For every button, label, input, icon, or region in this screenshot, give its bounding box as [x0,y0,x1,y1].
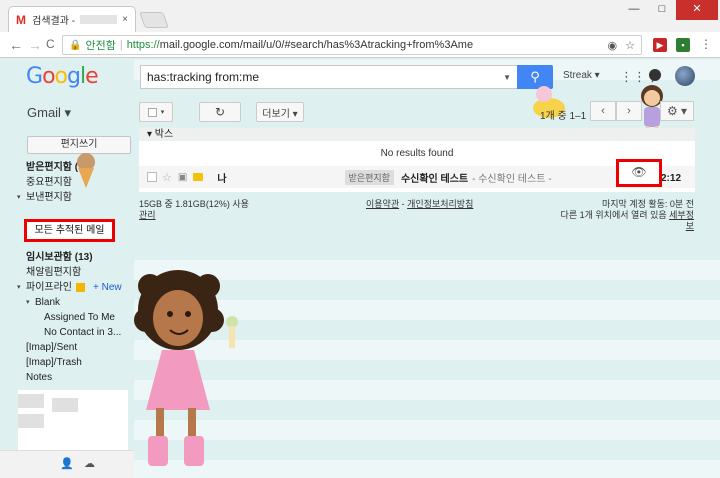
hangouts-icon[interactable]: ☁ [84,457,95,470]
chat-panel [18,390,128,450]
select-caret-icon: ▾ [160,109,165,116]
refresh-button[interactable]: ↻ [199,102,241,122]
manage-link[interactable]: 관리 [139,210,249,221]
secure-label: 안전함 [85,40,116,52]
mail-subject: 수신확인 테스트 [400,173,469,185]
pagination-text: 1개 중 1–1 [540,111,587,122]
account-activity: 마지막 계정 활동: 0분 전 다른 1개 위치에서 열려 있음 세부정보 [560,199,694,232]
gmail-header: Google has:tracking from:me ▼ ⚲ Streak ▾… [0,58,720,98]
row-checkbox[interactable] [147,172,157,182]
contacts-icon[interactable]: 👤 [60,457,74,470]
bookmark-star-icon[interactable]: ☆ [625,39,635,52]
search-query: has:tracking from:me [147,70,260,84]
other-location-text: 다른 1개 위치에서 열려 있음 [560,210,667,220]
gmail-toolbar: Gmail ▾ ▾ ↻ 더보기 ▾ 1개 중 1–1 ‹ › ⚙ ▾ [0,98,720,126]
eye-extension-icon[interactable]: ◉ [608,39,618,52]
url-text: mail.google.com/mail/u/0/#search/has%3At… [159,39,474,51]
url-separator: | [119,39,123,51]
storage-text: 15GB 중 1.81GB(12%) 사용 [139,199,249,209]
read-tracking-eye-icon[interactable]: 👁 [616,159,662,187]
maximize-button[interactable]: □ [648,0,676,20]
chat-bar: 👤 ☁ [0,450,134,478]
tab-strip: M 검색결과 - × — □ ✕ [0,0,720,32]
sidebar-nav: 받은편지함 (5) 중요편지함 ▾ 보낸편지함 임시보관함 (13) 채알림편지… [0,160,134,385]
browser-tab[interactable]: M 검색결과 - × [8,6,136,32]
sidebar-item-blank[interactable]: ▾ Blank [0,295,134,310]
details-link[interactable]: 세부정보 [669,210,694,231]
sidebar-item-label: 파이프라인 [26,282,72,293]
pipeline-grid-icon [76,282,85,292]
sidebar-item-spam[interactable]: 채알림편지함 [0,265,134,280]
important-label-icon[interactable] [193,173,204,181]
forward-button[interactable]: → [28,37,42,53]
gmail-favicon-icon: M [16,12,26,27]
tracking-icon: ▣ [177,171,188,183]
star-icon[interactable]: ☆ [162,171,172,184]
legal-links: 이용약관 - 개인정보처리방침 [366,199,474,209]
mail-row[interactable]: ☆ ▣ 나 받은편지함 수신확인 테스트 - 수신확인 테스트 - 2:12 [139,166,695,188]
tab-title-blurred [80,15,118,24]
new-tab-button[interactable] [139,12,169,28]
sidebar-item-sent[interactable]: ▾ 보낸편지함 [0,190,134,205]
search-input[interactable]: has:tracking from:me ▼ [140,65,518,89]
browser-menu-icon[interactable]: ⋮ [700,37,712,51]
storage-info: 15GB 중 1.81GB(12%) 사용 관리 [139,199,249,221]
terms-link[interactable]: 이용약관 [366,199,399,209]
minimize-button[interactable]: — [620,0,648,20]
sender-name: 나 [217,173,227,185]
section-header[interactable]: ▾ 박스 [139,128,695,141]
sidebar-item-label: Blank [35,297,61,308]
back-button[interactable]: ← [9,37,23,53]
sidebar-item-drafts[interactable]: 임시보관함 (13) [0,250,134,265]
sidebar-item-notes[interactable]: Notes [0,370,134,385]
new-pipeline-link[interactable]: + New [93,282,122,293]
tab-title: 검색결과 - [32,16,76,27]
close-window-button[interactable]: ✕ [676,0,718,20]
all-tracked-mail-item[interactable]: 모든 추적된 메일 [24,219,115,242]
sidebar-item-important[interactable]: 중요편지함 [0,175,134,190]
lock-icon: 🔒 [69,39,82,51]
url-input[interactable]: 🔒 안전함 | https://mail.google.com/mail/u/0… [62,35,642,55]
extension-icon[interactable]: ▶ [653,38,667,52]
select-all-checkbox[interactable]: ▾ [139,102,173,122]
address-bar-row: ← → C 🔒 안전함 | https://mail.google.com/ma… [0,32,720,58]
mail-time: 2:12 [661,173,682,184]
more-button[interactable]: 더보기 ▾ [256,102,304,122]
chat-blurred-avatar [18,394,44,408]
expand-icon[interactable]: ▾ [17,280,21,295]
prev-page-button[interactable]: ‹ [590,101,616,121]
expand-icon[interactable]: ▾ [26,295,30,310]
sidebar-item-assigned[interactable]: Assigned To Me [0,310,134,325]
sidebar-item-imap-sent[interactable]: [Imap]/Sent [0,340,134,355]
checkbox-icon [147,107,157,117]
url-scheme: https:// [126,39,160,51]
sidebar-item-pipeline[interactable]: ▾ 파이프라인 + New [0,280,134,295]
search-options-caret-icon[interactable]: ▼ [503,73,511,82]
mail-snippet: - 수신확인 테스트 - [472,173,552,185]
mail-list: ▾ 박스 No results found ☆ ▣ 나 받은편지함 수신확인 테… [139,128,695,192]
inbox-tag: 받은편지함 [344,169,394,185]
privacy-link[interactable]: 개인정보처리방침 [407,199,473,209]
sidebar-item-no-contact[interactable]: No Contact in 3... [0,325,134,340]
chat-blurred-avatar [52,398,78,412]
chat-blurred-avatar [18,414,44,428]
settings-button[interactable]: ⚙ ▾ [660,101,694,121]
no-results-text: No results found [380,148,454,159]
gmail-app-switcher[interactable]: Gmail ▾ [27,105,71,121]
decorative-icecream-image [77,153,95,188]
url-icons: ◉ ☆ [608,39,635,52]
expand-icon[interactable]: ▾ [17,190,21,205]
reload-button[interactable]: C [46,37,55,51]
sidebar-item-label: 보낸편지함 [26,192,72,203]
google-logo[interactable]: Google [26,64,99,89]
tab-close-icon[interactable]: × [122,14,128,25]
sidebar-item-imap-trash[interactable]: [Imap]/Trash [0,355,134,370]
extension-icon[interactable]: ▪ [676,38,690,52]
last-activity-text: 마지막 계정 활동: 0분 전 [601,199,694,209]
sidebar-item-hidden[interactable] [0,205,134,220]
next-page-button[interactable]: › [616,101,642,121]
window-controls: — □ ✕ [620,0,718,20]
sidebar-item-inbox[interactable]: 받은편지함 (5) [0,160,134,175]
decorative-girl-illustration [134,270,238,466]
